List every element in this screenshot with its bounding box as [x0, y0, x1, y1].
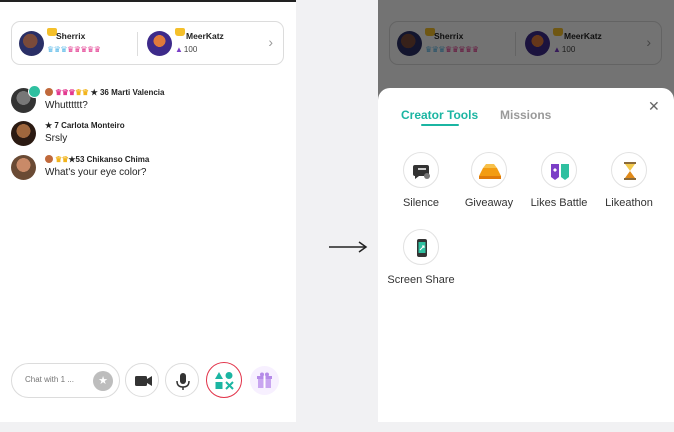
host2-avatar[interactable] — [147, 31, 172, 56]
screen-share-icon — [403, 229, 439, 265]
chat-message-text: Whutttttt? — [45, 100, 88, 111]
tool-label: Screen Share — [387, 274, 455, 286]
tool-label: Giveaway — [464, 197, 514, 209]
wave-badge-icon — [28, 85, 41, 98]
avatar[interactable] — [11, 121, 36, 146]
top-divider — [0, 0, 296, 2]
giveaway-icon — [471, 152, 507, 188]
chat-input-container: ★ — [11, 363, 120, 398]
creator-tools-button[interactable] — [206, 362, 242, 398]
hosts-card[interactable]: Sherrix ♛♛♛♛♛♛♛♛ MeerKatz ▲100 › — [11, 21, 284, 65]
tool-screen-share[interactable]: Screen Share — [381, 229, 461, 286]
hourglass-icon — [611, 152, 647, 188]
shapes-icon — [215, 372, 234, 390]
chat-message-header: ★ 7 Carlota Monteiro — [45, 121, 125, 130]
avatar[interactable] — [11, 155, 36, 180]
microphone-button[interactable] — [165, 363, 199, 397]
microphone-icon — [176, 373, 190, 390]
close-icon[interactable]: ✕ — [648, 98, 660, 115]
host1-name: Sherrix — [56, 31, 86, 41]
divider — [137, 32, 138, 56]
likes-battle-icon — [541, 152, 577, 188]
tool-likeathon[interactable]: Likeathon — [589, 152, 669, 209]
tool-label: Likes Battle — [530, 197, 588, 209]
chat-message-header: ♛♛★53 Chikanso Chima — [45, 155, 149, 164]
chat-message-header: ♛♛♛♛♛ ★ 36 Marti Valencia — [45, 88, 164, 97]
chat-input[interactable] — [25, 375, 90, 384]
emoji-icon[interactable]: ★ — [93, 371, 113, 391]
tool-label: Likeathon — [605, 197, 653, 209]
chevron-right-icon[interactable]: › — [268, 34, 273, 50]
host1-badges: ♛♛♛♛♛♛♛♛ — [47, 45, 101, 54]
camera-button[interactable] — [125, 363, 159, 397]
crown-icon — [175, 28, 185, 36]
live-stream-screen-with-tools: Sherrix ♛♛♛♛♛♛♛♛ MeerKatz ▲100 › Creator… — [378, 0, 674, 422]
transition-arrow-icon — [329, 241, 368, 253]
thumbs-up-icon: ▲ — [175, 45, 183, 54]
active-tab-indicator — [421, 124, 459, 126]
gift-button[interactable] — [250, 366, 279, 395]
live-stream-screen: Sherrix ♛♛♛♛♛♛♛♛ MeerKatz ▲100 › ♛♛♛♛♛ ★… — [0, 0, 296, 422]
tab-creator-tools[interactable]: Creator Tools — [401, 108, 478, 122]
host2-name: MeerKatz — [186, 31, 224, 41]
chat-message-text: What's your eye color? — [45, 167, 147, 178]
silence-icon — [403, 152, 439, 188]
creator-tools-sheet: Creator Tools Missions ✕ Silence Giveawa… — [378, 88, 674, 422]
host1-avatar[interactable] — [19, 31, 44, 56]
tool-likes-battle[interactable]: Likes Battle — [519, 152, 599, 209]
tool-giveaway[interactable]: Giveaway — [449, 152, 529, 209]
host2-likes: ▲100 — [175, 45, 198, 54]
tab-missions[interactable]: Missions — [500, 108, 551, 122]
camera-icon — [135, 376, 152, 386]
gift-icon — [257, 372, 272, 388]
chat-message-text: Srsly — [45, 133, 68, 144]
